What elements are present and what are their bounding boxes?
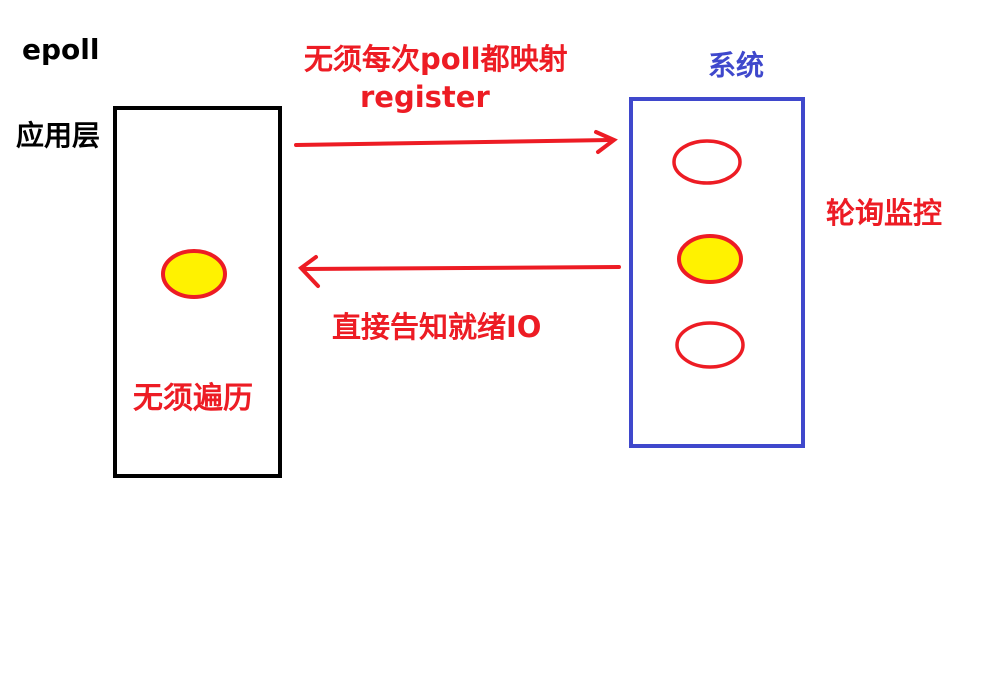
arrow-left-icon (297, 255, 621, 288)
ready-io-icon (677, 234, 743, 284)
diagram-shapes (161, 130, 745, 369)
io-circle-icon (675, 321, 745, 369)
ready-io-icon (161, 249, 227, 299)
io-circle-icon (672, 139, 742, 185)
arrow-right-icon (294, 130, 618, 154)
